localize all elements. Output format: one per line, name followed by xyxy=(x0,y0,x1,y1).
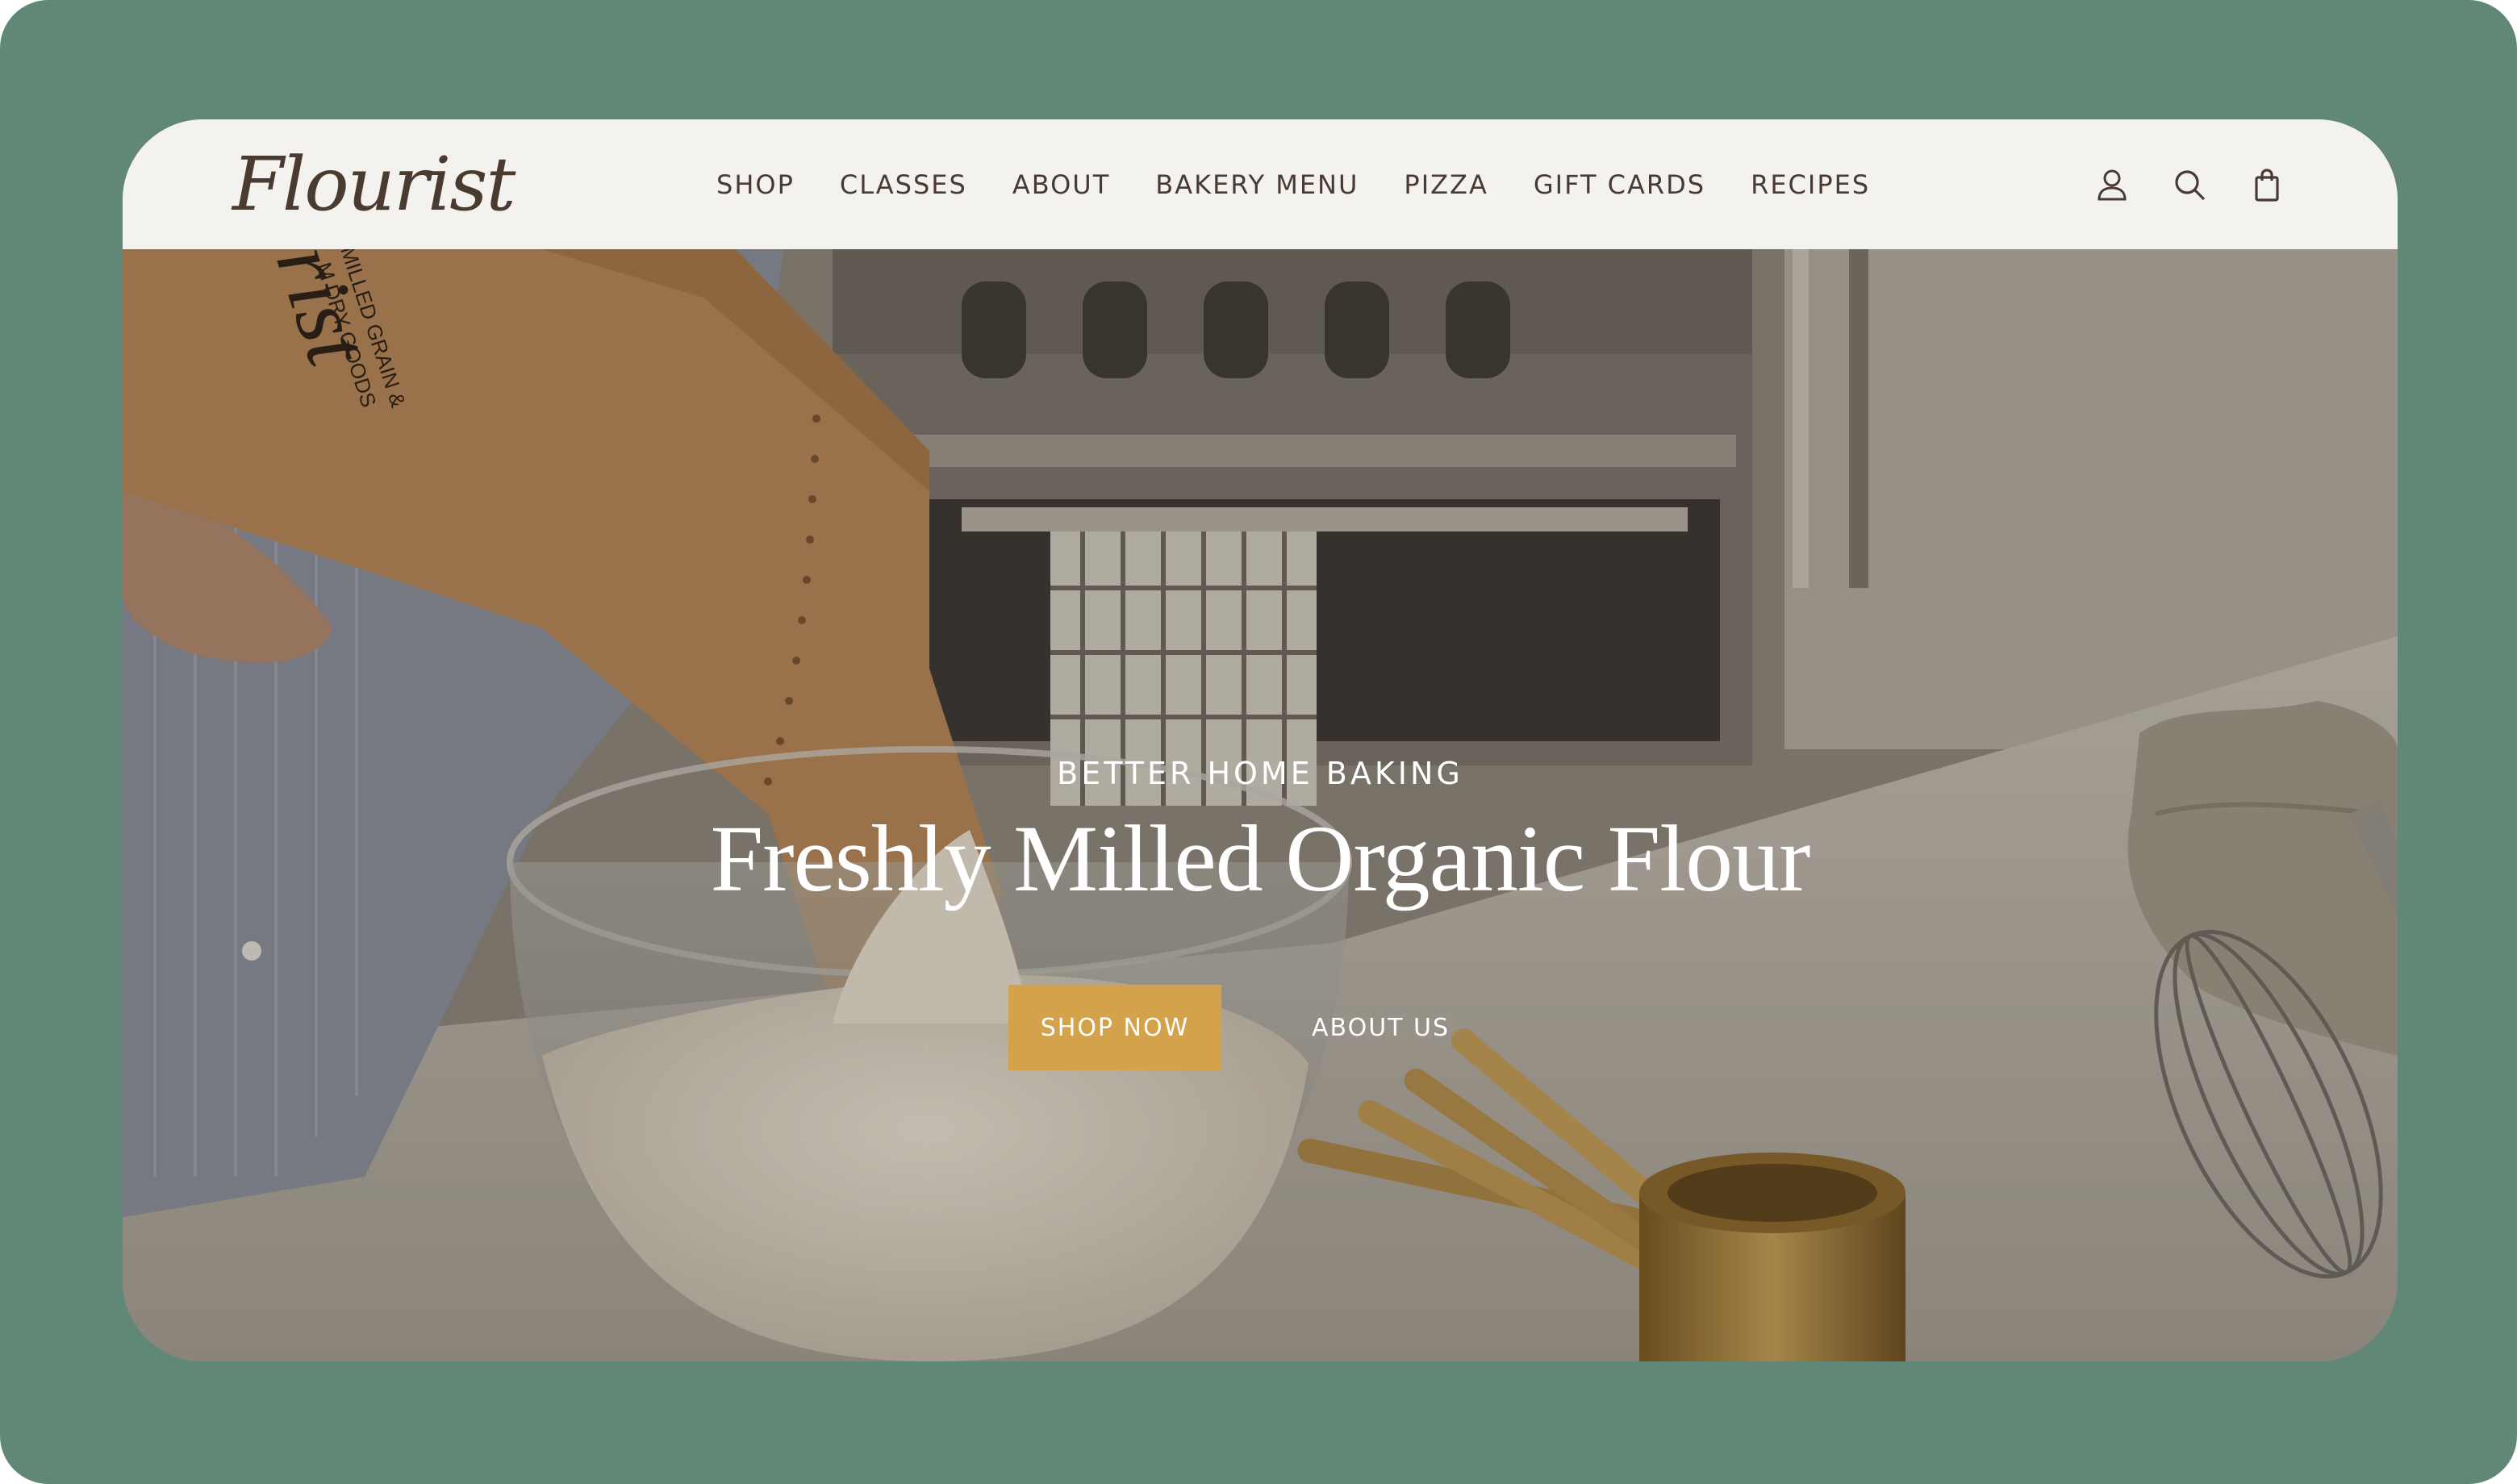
browser-window: Flourist SHOP CLASSES ABOUT BAKERY MENU … xyxy=(123,119,2398,1361)
shopping-bag-icon[interactable] xyxy=(2249,167,2285,202)
hero-cta-row: SHOP NOW ABOUT US xyxy=(1008,985,1450,1070)
logo[interactable]: Flourist xyxy=(232,135,516,232)
hero-headline: Freshly Milled Organic Flour xyxy=(710,806,1811,911)
hero-content: BETTER HOME BAKING Freshly Milled Organi… xyxy=(123,249,2398,1361)
nav-item-pizza[interactable]: PIZZA xyxy=(1404,169,1488,200)
search-icon[interactable] xyxy=(2172,167,2207,202)
hero-eyebrow: BETTER HOME BAKING xyxy=(1057,756,1463,791)
account-icon[interactable] xyxy=(2094,167,2130,202)
nav-item-bakery-menu[interactable]: BAKERY MENU xyxy=(1155,169,1359,200)
site-header: Flourist SHOP CLASSES ABOUT BAKERY MENU … xyxy=(123,119,2398,249)
shop-now-button[interactable]: SHOP NOW xyxy=(1008,985,1221,1070)
page-frame: Flourist SHOP CLASSES ABOUT BAKERY MENU … xyxy=(0,0,2517,1484)
nav-item-classes[interactable]: CLASSES xyxy=(840,169,967,200)
nav-item-recipes[interactable]: RECIPES xyxy=(1751,169,1870,200)
nav-item-gift-cards[interactable]: GIFT CARDS xyxy=(1534,169,1705,200)
main-nav: SHOP CLASSES ABOUT BAKERY MENU PIZZA GIF… xyxy=(716,119,1870,249)
about-us-link[interactable]: ABOUT US xyxy=(1312,1014,1450,1042)
header-icons xyxy=(2094,119,2285,249)
nav-item-shop[interactable]: SHOP xyxy=(716,169,795,200)
hero-section: rist MILLED GRAIN & M DRY GOODS BETTER H… xyxy=(123,249,2398,1361)
nav-item-about[interactable]: ABOUT xyxy=(1012,169,1110,200)
